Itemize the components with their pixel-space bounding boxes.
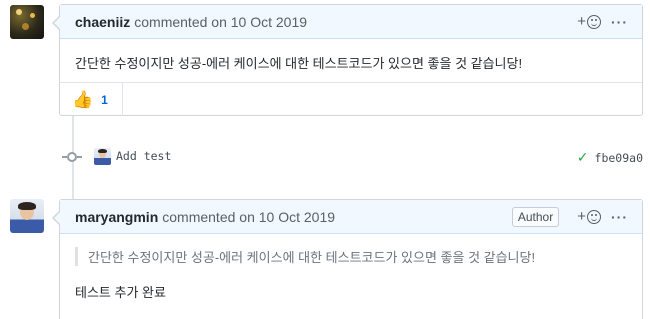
comment-timestamp[interactable]: commented on 10 Oct 2019 (134, 14, 307, 30)
comment-body: 간단한 수정이지만 성공-에러 케이스에 대한 테스트코드가 있으면 좋을 것 … (60, 234, 642, 316)
blockquote: 간단한 수정이지만 성공-에러 케이스에 대한 테스트코드가 있으면 좋을 것 … (75, 247, 627, 266)
comment-header: maryangmin commented on 10 Oct 2019 Auth… (60, 200, 642, 234)
avatar-light (22, 23, 29, 30)
commit-message-link[interactable]: Add test (116, 149, 171, 163)
avatar[interactable] (10, 199, 44, 233)
comment-author[interactable]: chaeniiz (75, 14, 130, 30)
comment-text: 테스트 추가 완료 (75, 285, 166, 300)
comment-actions: + ··· (577, 13, 628, 30)
reactions-bar: 👍 1 (60, 82, 642, 116)
avatar-hair (98, 149, 107, 153)
avatar[interactable] (10, 5, 44, 39)
comment: chaeniiz commented on 10 Oct 2019 + ··· … (52, 4, 643, 116)
comment-timestamp[interactable]: commented on 10 Oct 2019 (162, 209, 335, 225)
reaction-thumbs-up-button[interactable]: 👍 1 (60, 83, 123, 116)
more-options-icon[interactable]: ··· (611, 209, 628, 225)
comment-body: 간단한 수정이지만 성공-에러 케이스에 대한 테스트코드가 있으면 좋을 것 … (75, 56, 523, 71)
comment-actions: Author + ··· (511, 206, 628, 227)
git-commit-icon (62, 152, 82, 162)
reaction-count: 1 (101, 92, 108, 107)
plus-icon: + (577, 208, 586, 225)
author-badge: Author (511, 206, 560, 227)
commit-row: Add test ✓ fbe09a0 (59, 146, 643, 168)
smiley-icon (587, 209, 601, 224)
check-icon[interactable]: ✓ (577, 149, 589, 166)
more-options-icon[interactable]: ··· (611, 14, 628, 30)
commit-status: ✓ fbe09a0 (577, 149, 643, 166)
add-reaction-button[interactable]: + (577, 208, 601, 225)
thumbs-up-icon: 👍 (72, 89, 94, 109)
comment: maryangmin commented on 10 Oct 2019 Auth… (52, 199, 643, 319)
comment-author[interactable]: maryangmin (75, 209, 158, 225)
avatar-hair (18, 202, 36, 210)
plus-icon: + (577, 13, 586, 30)
commit-sha-link[interactable]: fbe09a0 (595, 151, 643, 165)
avatar-light (16, 9, 22, 15)
smiley-icon (587, 14, 601, 29)
commit-author-avatar[interactable] (94, 148, 111, 165)
avatar-light (30, 13, 35, 18)
add-reaction-button[interactable]: + (577, 13, 601, 30)
comment-header: chaeniiz commented on 10 Oct 2019 + ··· (60, 5, 642, 39)
